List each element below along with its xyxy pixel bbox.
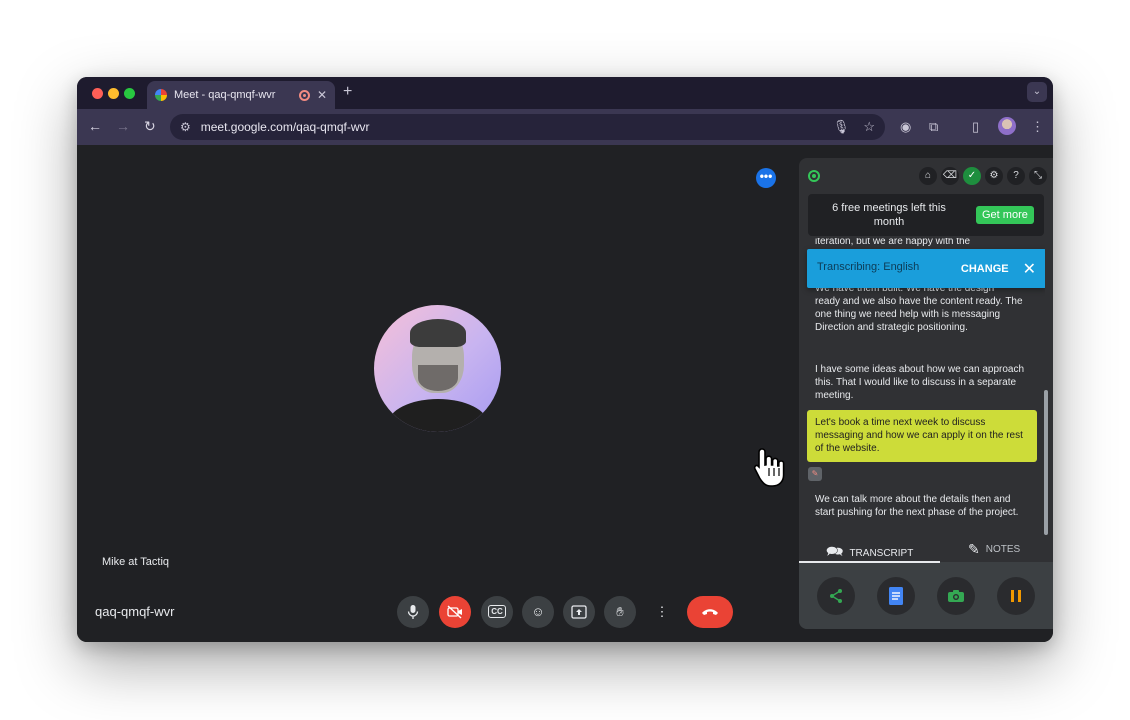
participant-name: Mike at Tactiq	[102, 556, 170, 568]
present-icon	[571, 605, 587, 619]
site-settings-icon[interactable]: ⚙	[180, 120, 191, 134]
change-language-button[interactable]: CHANGE	[961, 263, 1009, 275]
pause-transcription-button[interactable]	[997, 577, 1035, 615]
free-meetings-promo: 6 free meetings left this month Get more	[808, 194, 1044, 236]
meeting-code: qaq-qmqf-wvr	[95, 604, 175, 619]
emoji-icon: ☺	[531, 604, 545, 619]
transcribing-language-banner: Transcribing: English CHANGE ✕	[807, 249, 1045, 288]
browser-window: Meet - qaq-qmqf-wvr ✕ + ⌄ ← → ↻ ⚙ meet.g…	[77, 77, 1053, 642]
participant-avatar	[374, 305, 501, 432]
promo-text: 6 free meetings left this month	[832, 202, 946, 228]
transcript-list: iteration, but we are happy with the We …	[799, 238, 1045, 532]
document-icon	[889, 587, 903, 605]
close-window-button[interactable]	[92, 88, 103, 99]
meet-stage: ••• Mike at Tactiq qaq-qmqf-wvr CC ☺ ✋︎ …	[77, 145, 1053, 642]
share-icon	[830, 589, 842, 603]
captions-icon: CC	[488, 605, 506, 618]
leave-call-button[interactable]	[687, 596, 733, 628]
gear-icon[interactable]: ⚙	[985, 167, 1003, 185]
browser-toolbar: ← → ↻ ⚙ meet.google.com/qaq-qmqf-wvr 🎙︎ …	[77, 109, 1053, 145]
raise-hand-button[interactable]: ✋︎	[604, 596, 636, 628]
mic-icon	[407, 605, 419, 619]
url-text[interactable]: meet.google.com/qaq-qmqf-wvr	[201, 120, 819, 134]
hang-up-icon	[702, 609, 718, 615]
emoji-reaction-button[interactable]: ☺	[522, 596, 554, 628]
transcript-paragraph: We can talk more about the details then …	[815, 494, 1019, 518]
extensions-puzzle-icon[interactable]: ⧉	[929, 119, 938, 135]
participant-options-button[interactable]: •••	[756, 168, 776, 188]
minimize-window-button[interactable]	[108, 88, 119, 99]
microphone-permission-icon[interactable]: 🎙︎	[833, 119, 850, 135]
present-screen-button[interactable]	[563, 596, 595, 628]
pencil-icon: ✎	[968, 541, 980, 557]
camera-off-icon	[447, 605, 462, 619]
tactiq-header: ⌂ ⌫ ✓ ⚙ ? ⤡	[799, 158, 1053, 192]
profile-avatar[interactable]	[998, 117, 1016, 135]
tab-transcript-label: TRANSCRIPT	[849, 547, 914, 559]
close-banner-icon[interactable]: ✕	[1023, 259, 1036, 279]
address-bar[interactable]: ⚙ meet.google.com/qaq-qmqf-wvr 🎙︎ ☆	[170, 114, 885, 140]
screenshot-button[interactable]	[937, 577, 975, 615]
hand-pointer-cursor-icon	[753, 448, 785, 487]
back-arrow-icon[interactable]: ←	[88, 118, 102, 134]
tab-notes-label: NOTES	[985, 544, 1021, 555]
tactiq-panel: ⌂ ⌫ ✓ ⚙ ? ⤡ 6 free meetings left this mo…	[799, 158, 1053, 629]
transcript-paragraph: I have some ideas about how we can appro…	[815, 364, 1025, 401]
more-options-icon: ⋮	[655, 604, 669, 619]
bookmark-star-icon[interactable]: ☆	[863, 119, 875, 135]
camera-icon	[948, 590, 964, 602]
share-button[interactable]	[817, 577, 855, 615]
panel-tabs: 🗪︎ TRANSCRIPT ✎ NOTES	[799, 537, 1053, 563]
pause-icon	[1011, 590, 1021, 602]
browser-tab-meet[interactable]: Meet - qaq-qmqf-wvr ✕	[147, 81, 335, 109]
get-more-button[interactable]: Get more	[976, 206, 1034, 224]
eraser-icon[interactable]: ⌫	[941, 167, 959, 185]
side-panel-icon[interactable]: ▯	[972, 119, 979, 135]
raise-hand-icon: ✋︎	[616, 604, 624, 619]
browser-menu-icon[interactable]: ⋮	[1031, 119, 1044, 135]
new-tab-button[interactable]: +	[343, 83, 352, 101]
tab-search-button[interactable]: ⌄	[1027, 82, 1047, 102]
transcribing-language-text: Transcribing: English	[817, 261, 920, 273]
meet-favicon-icon	[155, 89, 167, 101]
forward-arrow-icon[interactable]: →	[116, 118, 130, 134]
collapse-icon[interactable]: ⤡	[1029, 167, 1047, 185]
tab-close-button[interactable]: ✕	[317, 88, 327, 102]
transcript-paragraph: ready and we also have the content ready…	[815, 296, 1023, 333]
help-icon[interactable]: ?	[1007, 167, 1025, 185]
tab-notes[interactable]: ✎ NOTES	[968, 541, 1020, 558]
recording-icon	[298, 89, 310, 101]
captions-button[interactable]: CC	[481, 596, 513, 628]
more-options-button[interactable]: ⋮	[646, 596, 678, 628]
google-docs-button[interactable]	[877, 577, 915, 615]
transcript-line: iteration, but we are happy with the	[815, 238, 971, 247]
panel-actions	[799, 563, 1053, 629]
live-status-icon	[808, 170, 820, 182]
reload-icon[interactable]: ↻	[144, 118, 156, 135]
transcript-scrollbar[interactable]	[1044, 390, 1048, 535]
shield-icon[interactable]: ✓	[963, 167, 981, 185]
home-icon[interactable]: ⌂	[919, 167, 937, 185]
tab-title: Meet - qaq-qmqf-wvr	[174, 89, 276, 101]
highlighted-transcript-paragraph[interactable]: Let's book a time next week to discuss m…	[807, 410, 1037, 462]
maximize-window-button[interactable]	[124, 88, 135, 99]
camera-extension-icon[interactable]: ◉	[900, 119, 911, 135]
camera-toggle-button[interactable]	[439, 596, 471, 628]
microphone-button[interactable]	[397, 596, 429, 628]
tab-strip: Meet - qaq-qmqf-wvr ✕ + ⌄	[77, 77, 1053, 109]
highlight-tag-icon[interactable]: ✎	[808, 467, 822, 481]
